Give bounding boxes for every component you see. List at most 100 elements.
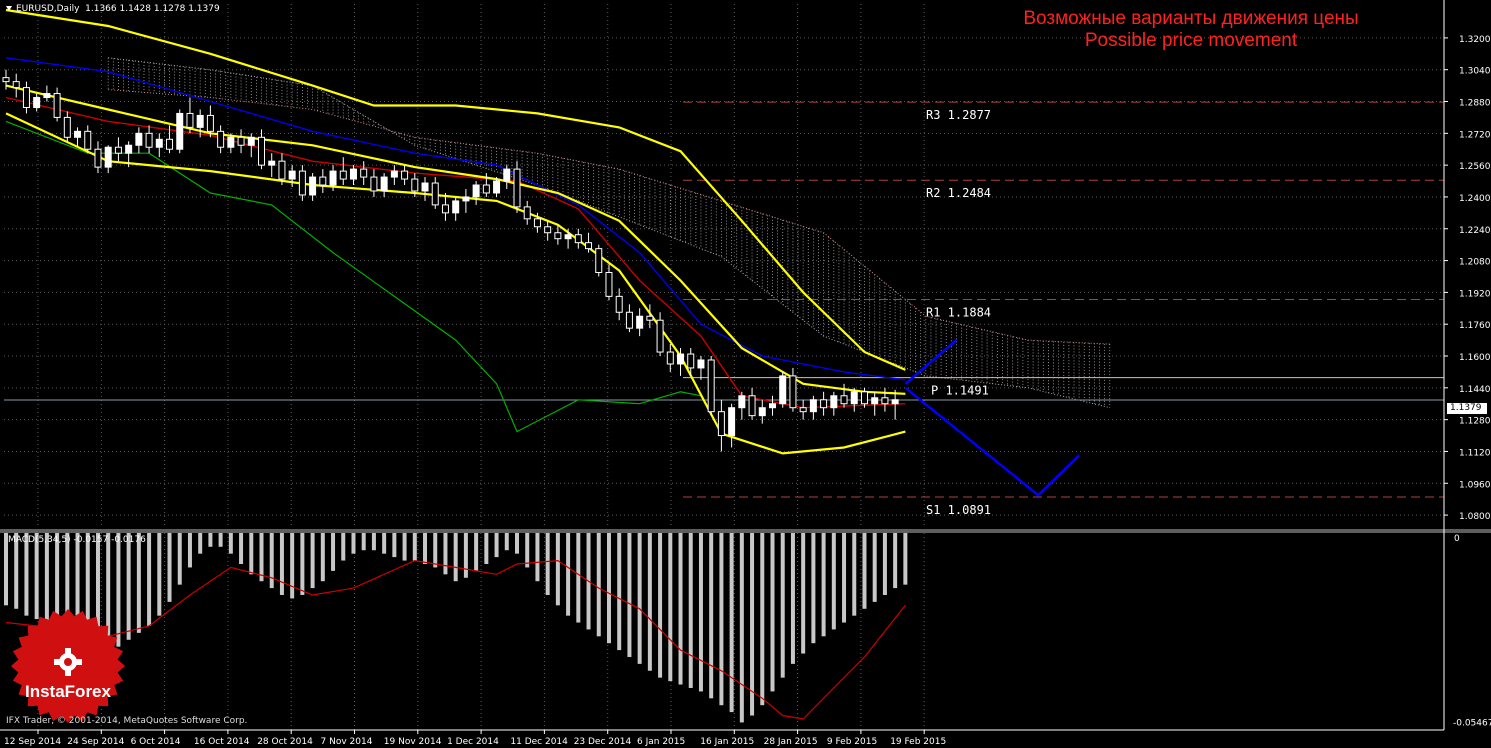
candle-body [309,176,317,196]
candle [595,244,603,277]
candle-body [278,160,286,180]
candle-body [104,146,112,168]
macd-bar [862,533,867,609]
candle-body [74,130,82,138]
candle [135,127,143,154]
candle [84,125,92,154]
macd-bar [494,533,499,558]
macd-bar [433,533,438,568]
candle-body [758,407,766,417]
macd-bar [402,533,407,561]
candle [503,165,511,189]
candle-body [728,407,736,437]
candle [850,387,858,412]
candle [625,304,633,333]
forecast-down [904,386,1080,497]
candle-body [298,170,306,196]
y-tick-label: 1.2720 [1459,130,1491,140]
candle [820,391,828,416]
macd-bar [770,533,775,692]
candle-body [789,375,797,409]
macd-bar [760,533,765,706]
x-tick-label: 24 Sep 2014 [67,737,124,747]
candle-body [646,315,654,321]
candle [830,391,838,416]
candle-body [871,397,879,405]
candle-body [636,315,644,329]
title-ru: Возможные варианты движения цены [1023,8,1359,29]
candle [523,200,531,225]
axes: 1.3200 1.3040 1.2880 1.2720 1.2560 1.2400 1.22… [0,0,1491,747]
candle-body [114,146,122,154]
candle-body [411,178,419,192]
candle-body [891,399,899,405]
x-tick-label: 28 Jan 2015 [764,737,818,747]
macd-bar [361,533,366,551]
bollinger-upper [5,8,906,371]
candle [288,165,296,188]
macd-bar [208,533,213,547]
symbol-label: EURUSD,Daily [16,4,80,14]
macd-tick-label: -0.05467 [1453,718,1491,728]
candle [217,125,225,154]
x-tick-label: 7 Nov 2014 [321,737,373,747]
candle-body [94,148,102,168]
candle [666,344,674,372]
candle-body [697,359,705,369]
candle [380,173,388,197]
candle-body [258,136,265,166]
macd-bar [545,533,550,595]
candle [22,81,30,114]
macd-bar [780,533,785,678]
candle-body [554,232,562,240]
candle [349,165,357,186]
candle-body [677,353,685,365]
macd-bar [831,533,836,630]
candle-body [319,176,327,186]
candle-body [12,81,20,89]
y-tick-label: 1.1280 [1459,417,1491,427]
macd-bar [658,533,663,678]
candle-body [227,136,235,148]
candle-body [22,87,30,108]
macd-bar [249,533,254,575]
candle-body [574,234,582,244]
candle-body [380,176,388,192]
y-tick-label: 1.2400 [1459,194,1491,204]
candle [574,228,582,249]
macd-bar [198,533,203,554]
macd-bar [698,533,703,692]
candle [881,387,889,412]
candle [717,399,725,452]
chevron-down-icon[interactable] [6,6,12,11]
pivot-label: R1 1.1884 [926,306,991,320]
macd-bar [228,533,233,554]
y-tick-label: 1.1760 [1459,321,1491,331]
macd-bar [443,533,448,575]
chart-title: Возможные варианты движения цены Possibl… [1006,8,1376,52]
candle [809,395,817,420]
candle-body [2,77,10,83]
candle-body [441,204,449,214]
y-tick-label: 1.1600 [1459,353,1491,363]
candle-body [523,206,531,220]
candle-body [166,138,174,150]
candle-body [656,319,664,353]
candle-body [452,200,460,214]
y-tick-label: 1.0800 [1459,512,1491,522]
candle-body [431,182,439,206]
bollinger-middle [5,84,906,395]
macd-bar [412,533,417,561]
candle [779,371,787,408]
candle [319,169,327,193]
candle [748,387,756,420]
candlesticks [2,69,899,452]
candle [339,157,347,186]
candle-body [881,397,889,405]
candle [258,129,265,170]
macd-bar [801,533,806,654]
macd-bar [535,533,540,582]
macd-bar [719,533,724,706]
x-tick-label: 19 Nov 2014 [384,737,442,747]
candle-body [33,97,41,108]
